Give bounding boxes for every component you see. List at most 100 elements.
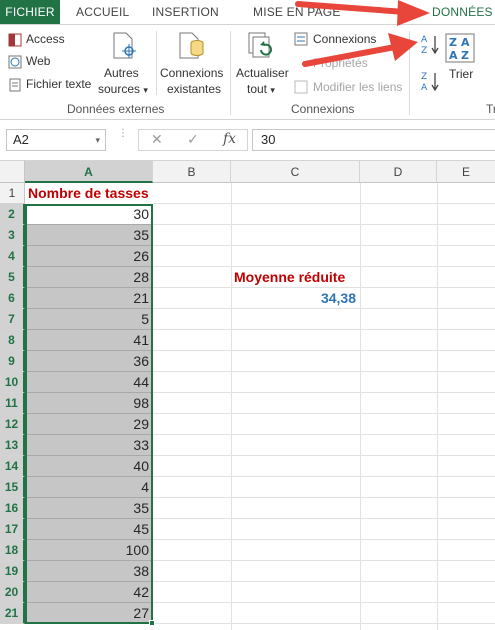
formula-bar-grip: ⋮ [118,128,128,139]
access-icon [8,33,22,47]
autres-sources-line1[interactable]: Autres [104,66,139,80]
row-header-5[interactable]: 5 [0,267,25,288]
tab-mise-en-page[interactable]: MISE EN PAGE [253,0,341,24]
column-header-a[interactable]: A [25,161,153,183]
chevron-down-icon: ▾ [270,85,275,95]
sort-az-icon[interactable]: A Z [420,33,440,55]
group-trier-filtrer: Tr [486,102,495,116]
row-header-12[interactable]: 12 [0,414,25,435]
gridline [437,183,438,630]
cell-a6[interactable]: 21 [25,288,153,309]
svg-text:A: A [449,49,458,62]
cell-c6-moyenne-value[interactable]: 34,38 [234,288,356,308]
gridline [231,183,232,630]
row-header-4[interactable]: 4 [0,246,25,267]
cell-a15[interactable]: 4 [25,477,153,498]
chevron-down-icon[interactable]: ▾ [95,130,100,150]
name-box[interactable]: A2 ▾ [6,129,106,151]
connexions-button[interactable]: Connexions [313,32,376,46]
existing-connections-icon [179,32,204,59]
cancel-icon[interactable]: ✕ [151,131,163,148]
ribbon-tab-bar: FICHIER ACCUEIL INSERTION MISE EN PAGE D… [0,0,495,24]
svg-text:Z: Z [449,36,457,49]
cell-a1-header[interactable]: Nombre de tasses [25,183,153,204]
cell-a8[interactable]: 41 [25,330,153,351]
properties-icon [294,80,308,94]
actualiser-tout-line1[interactable]: Actualiser [236,66,289,80]
cell-a17[interactable]: 45 [25,519,153,540]
cell-a14[interactable]: 40 [25,456,153,477]
cell-a2[interactable]: 30 [25,204,153,225]
row-header-16[interactable]: 16 [0,498,25,519]
connexions-existantes-line2[interactable]: existantes [167,82,221,96]
svg-text:A: A [421,83,428,92]
group-donnees-externes: Données externes [67,102,165,116]
row-header-6[interactable]: 6 [0,288,25,309]
cell-a20[interactable]: 42 [25,582,153,603]
cell-a9[interactable]: 36 [25,351,153,372]
connexions-existantes-line1[interactable]: Connexions [160,66,223,80]
row-header-14[interactable]: 14 [0,456,25,477]
sort-za-icon[interactable]: Z A [420,70,440,92]
select-all-corner[interactable] [0,161,25,183]
confirm-icon[interactable]: ✓ [187,131,199,148]
fichier-texte-button[interactable]: Fichier texte [26,77,91,91]
row-header-17[interactable]: 17 [0,519,25,540]
cell-a7[interactable]: 5 [25,309,153,330]
row-header-11[interactable]: 11 [0,393,25,414]
row-header-18[interactable]: 18 [0,540,25,561]
cell-a18[interactable]: 100 [25,540,153,561]
row-header-8[interactable]: 8 [0,330,25,351]
actualiser-tout-line2[interactable]: tout ▾ [247,82,275,96]
cell-a11[interactable]: 98 [25,393,153,414]
fill-handle[interactable] [149,620,155,626]
tab-accueil[interactable]: ACCUEIL [76,0,129,24]
row-header-2[interactable]: 2 [0,204,25,225]
cell-a13[interactable]: 33 [25,435,153,456]
row-header-9[interactable]: 9 [0,351,25,372]
cell-a10[interactable]: 44 [25,372,153,393]
svg-text:A: A [461,36,470,49]
gridline [360,183,361,630]
row-header-13[interactable]: 13 [0,435,25,456]
cell-a16[interactable]: 35 [25,498,153,519]
proprietes-button[interactable]: Propriétés [313,56,368,70]
spreadsheet-grid: A B C D E 1 2 3 4 5 6 7 8 9 10 11 12 13 14 15 16 17 18 19 2… [0,161,495,630]
svg-text:A: A [421,35,428,45]
modifier-liens-button[interactable]: Modifier les liens [313,80,402,94]
group-connexions: Connexions [291,102,355,116]
formula-input[interactable]: 30 [252,129,495,151]
cell-a21[interactable]: 27 [25,603,153,624]
cell-a4[interactable]: 26 [25,246,153,267]
tab-donnees[interactable]: DONNÉES [432,0,493,24]
cell-a12[interactable]: 29 [25,414,153,435]
cell-c5-moyenne-label[interactable]: Moyenne réduite [234,267,345,287]
column-header-d[interactable]: D [360,161,437,183]
row-header-1[interactable]: 1 [0,183,25,204]
row-header-20[interactable]: 20 [0,582,25,603]
row-header-3[interactable]: 3 [0,225,25,246]
cell-a5[interactable]: 28 [25,267,153,288]
fx-icon[interactable]: fx [223,131,236,147]
autres-sources-line2[interactable]: sources ▾ [98,82,148,96]
row-header-21[interactable]: 21 [0,603,25,624]
row-header-19[interactable]: 19 [0,561,25,582]
actualiser-tout-label: tout [247,82,268,96]
tab-insertion[interactable]: INSERTION [152,0,219,24]
cell-a19[interactable]: 38 [25,561,153,582]
chevron-down-icon: ▾ [143,85,148,95]
autres-sources-label: sources [98,82,141,96]
tab-fichier[interactable]: FICHIER [0,0,60,24]
row-header-15[interactable]: 15 [0,477,25,498]
column-header-e[interactable]: E [437,161,495,183]
column-header-b[interactable]: B [153,161,231,183]
row-header-10[interactable]: 10 [0,372,25,393]
access-button[interactable]: Access [26,32,65,46]
column-header-c[interactable]: C [231,161,360,183]
row-header-7[interactable]: 7 [0,309,25,330]
name-box-value: A2 [13,132,29,147]
trier-button[interactable]: Trier [449,67,473,81]
formula-bar: A2 ▾ ⋮ ✕ ✓ fx 30 [0,121,495,161]
cell-a3[interactable]: 35 [25,225,153,246]
web-button[interactable]: Web [26,54,50,68]
